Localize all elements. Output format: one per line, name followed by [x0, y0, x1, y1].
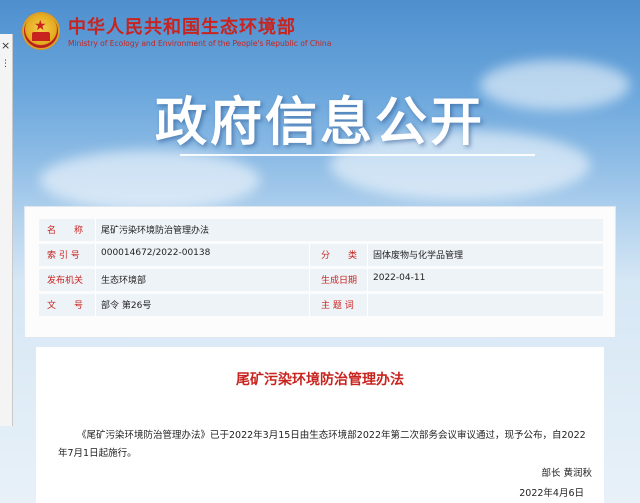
- docno-label: 文 号: [47, 301, 84, 311]
- info-row-name: 名 称 尾矿污染环境防治管理办法: [39, 219, 603, 241]
- keywords-label: 主 题 词: [321, 301, 354, 311]
- issuer-label: 发布机关: [47, 276, 84, 286]
- info-row-index: 索 引 号 000014672/2022-00138 分 类 固体废物与化学品管…: [39, 244, 603, 266]
- category-label: 分 类: [321, 251, 358, 261]
- date-value: 2022-04-11: [373, 273, 426, 283]
- site-header: ★ 中华人民共和国生态环境部 Ministry of Ecology and E…: [0, 0, 640, 62]
- category-value: 固体废物与化学品管理: [373, 251, 464, 261]
- national-emblem-icon: ★: [22, 12, 60, 50]
- close-icon[interactable]: ×: [1, 39, 10, 52]
- document-paragraph: 《尾矿污染环境防治管理办法》已于2022年3月15日由生态环境部2022年第二次…: [58, 430, 586, 459]
- document-content: 尾矿污染环境防治管理办法 《尾矿污染环境防治管理办法》已于2022年3月15日由…: [36, 347, 604, 503]
- name-label: 名 称: [47, 226, 84, 236]
- side-panel: × ⋮: [0, 34, 13, 426]
- cloud-decoration: [480, 60, 630, 110]
- document-title: 尾矿污染环境防治管理办法: [236, 372, 404, 388]
- issuer-value: 生态环境部: [101, 276, 147, 286]
- site-subtitle: Ministry of Ecology and Environment of t…: [68, 39, 332, 48]
- cloud-decoration: [40, 150, 260, 210]
- site-title[interactable]: 中华人民共和国生态环境部: [68, 13, 296, 39]
- name-value: 尾矿污染环境防治管理办法: [101, 226, 210, 236]
- info-row-docno: 文 号 部令 第26号 主 题 词: [39, 294, 603, 316]
- docno-value: 部令 第26号: [101, 301, 152, 311]
- index-label: 索 引 号: [47, 251, 80, 261]
- index-value: 000014672/2022-00138: [101, 248, 211, 258]
- more-icon[interactable]: ⋮: [1, 59, 10, 69]
- sign-date: 2022年4月6日: [519, 488, 584, 499]
- banner-divider: [180, 154, 535, 156]
- document-info-panel: 名 称 尾矿污染环境防治管理办法 索 引 号 000014672/2022-00…: [24, 206, 616, 338]
- signer: 部长 黄润秋: [541, 468, 592, 479]
- banner-title: 政府信息公开: [155, 93, 486, 153]
- info-row-issuer: 发布机关 生态环境部 生成日期 2022-04-11: [39, 269, 603, 291]
- date-label: 生成日期: [321, 276, 358, 286]
